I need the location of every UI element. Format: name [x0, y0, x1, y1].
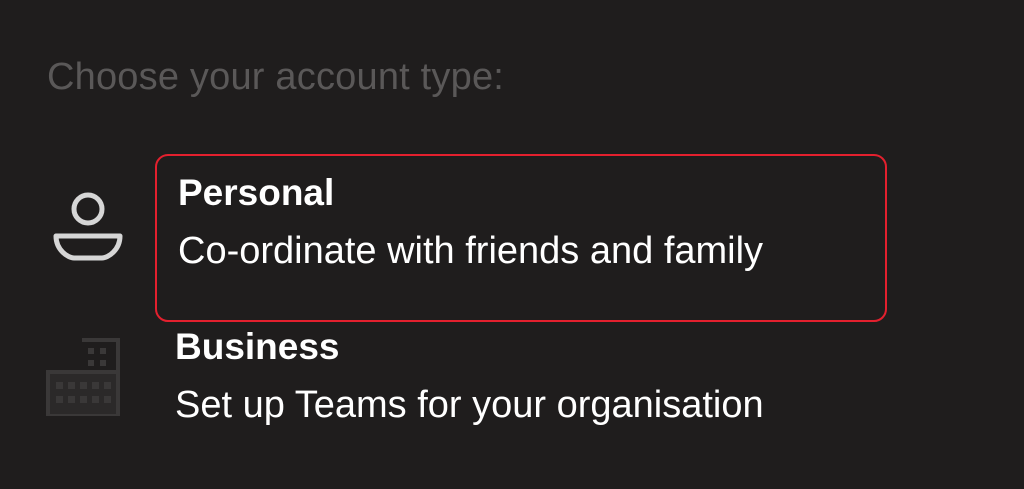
business-option-description: Set up Teams for your organisation [175, 384, 764, 426]
business-account-option[interactable]: Business Set up Teams for your organisat… [0, 322, 1024, 442]
personal-option-description: Co-ordinate with friends and family [178, 230, 764, 272]
person-icon [53, 192, 123, 261]
business-option-title: Business [175, 326, 340, 367]
account-type-prompt: Choose your account type: [47, 56, 505, 98]
building-icon [46, 338, 120, 416]
personal-option-title: Personal [178, 172, 335, 213]
personal-account-option[interactable]: Personal Co-ordinate with friends and fa… [0, 154, 1024, 326]
